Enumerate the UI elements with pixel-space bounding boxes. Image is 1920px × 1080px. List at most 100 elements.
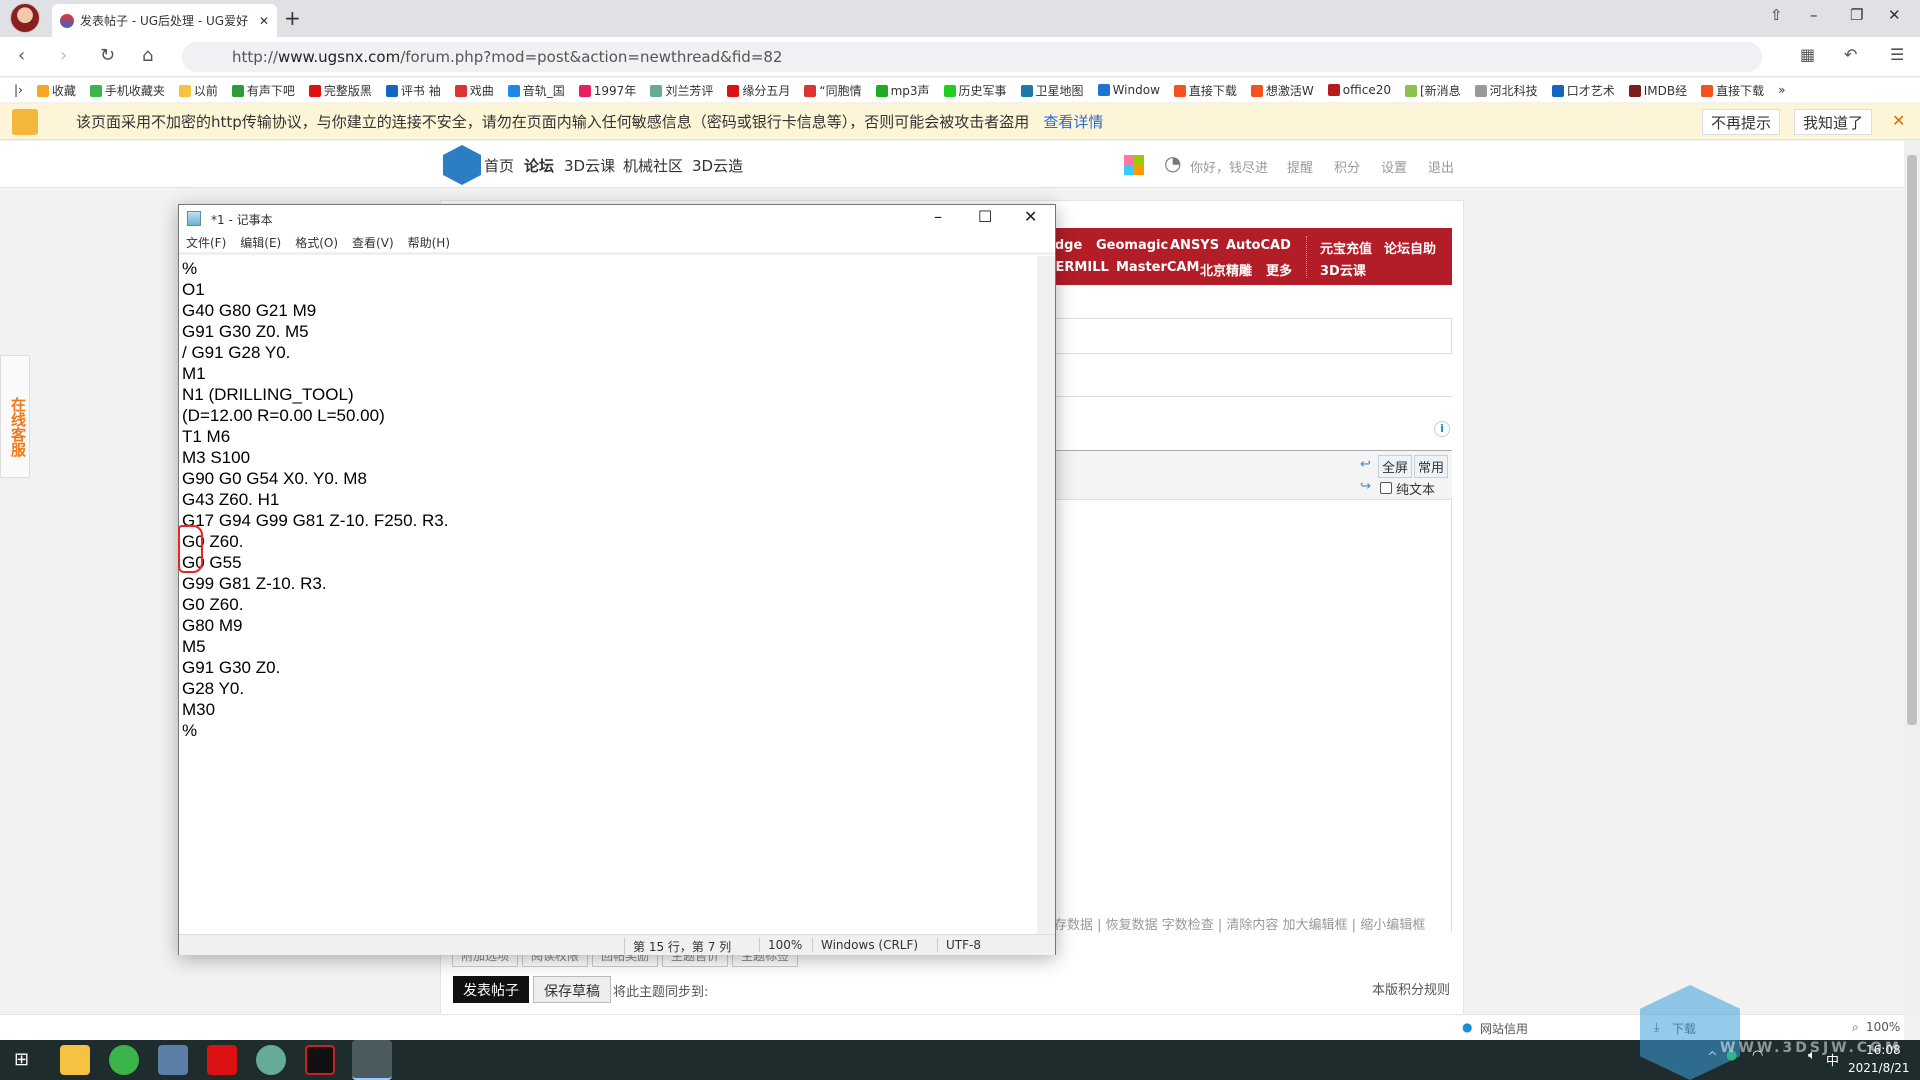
bookmark-item[interactable]: 1997年 (578, 82, 636, 99)
nav-jingdiao[interactable]: 北京精雕 (1200, 260, 1252, 279)
close-window-icon[interactable]: ✕ (1888, 6, 1901, 24)
bookmark-item[interactable]: 以前 (178, 82, 218, 99)
notepad-maximize-icon[interactable]: ☐ (978, 207, 992, 226)
rss-icon[interactable]: ◔ (1164, 151, 1181, 175)
editor-body[interactable] (1046, 500, 1452, 932)
site-logo[interactable] (443, 145, 481, 185)
undo-arrow-icon[interactable]: ↩ (1360, 457, 1371, 472)
view-details-link[interactable]: 查看详情 (1043, 111, 1103, 132)
common-button[interactable]: 常用 (1414, 455, 1449, 478)
menu-view[interactable]: 查看(V) (352, 234, 394, 251)
bookmark-item[interactable]: “同胞情 (804, 82, 862, 99)
nav-3d-class[interactable]: 3D云课 (564, 155, 615, 176)
menu-help[interactable]: 帮助(H) (408, 234, 450, 251)
nav-more[interactable]: 更多 (1266, 260, 1292, 279)
minimize-icon[interactable]: – (1810, 6, 1818, 24)
home-icon[interactable]: ⌂ (142, 45, 153, 66)
save-draft-button[interactable]: 保存草稿 (533, 976, 611, 1003)
menu-icon[interactable]: ☰ (1890, 45, 1904, 64)
browser-360-icon[interactable] (109, 1045, 139, 1075)
undo-icon[interactable]: ↶ (1844, 45, 1857, 64)
points-link[interactable]: 积分 (1334, 157, 1360, 176)
bookmark-item[interactable]: 戏曲 (454, 82, 494, 99)
page-scrollbar-thumb[interactable] (1907, 155, 1917, 725)
bookmark-item[interactable]: 完整版黑 (308, 82, 372, 99)
nav-3d-make[interactable]: 3D云造 (692, 155, 743, 176)
bookmark-item[interactable]: 收藏 (36, 82, 76, 99)
editor-footer-actions[interactable]: 存数据 | 恢复数据 字数检查 | 清除内容 加大编辑框 | 缩小编辑框 (1054, 914, 1460, 933)
grid-apps-icon[interactable]: ▦ (1800, 45, 1815, 64)
nav-autocad[interactable]: AutoCAD (1226, 238, 1291, 253)
nx-app-icon[interactable] (305, 1045, 335, 1075)
bookmark-item[interactable]: IMDB经 (1628, 82, 1687, 99)
bookmark-item[interactable]: 河北科技 (1474, 82, 1538, 99)
nav-recharge[interactable]: 元宝充值 (1320, 238, 1372, 257)
close-banner-icon[interactable]: ✕ (1892, 111, 1905, 130)
nav-geomagic[interactable]: Geomagic (1096, 238, 1168, 253)
back-icon[interactable]: ‹ (18, 45, 25, 66)
paint-icon[interactable] (256, 1045, 286, 1075)
new-tab-button[interactable]: + (284, 6, 301, 30)
url-input[interactable]: http://www.ugsnx.com/forum.php?mod=post&… (182, 42, 1762, 72)
bookmark-item[interactable]: 缘分五月 (727, 82, 790, 99)
bookmark-item[interactable]: 直接下载 (1701, 82, 1764, 99)
nav-ansys[interactable]: ANSYS (1170, 238, 1219, 253)
nav-forum[interactable]: 论坛 (524, 155, 554, 176)
title-input[interactable] (1046, 318, 1452, 354)
notepad-titlebar[interactable]: *1 - 记事本 (179, 205, 1055, 233)
nav-3d-class-2[interactable]: 3D云课 (1320, 260, 1366, 279)
bookmark-item[interactable]: 刘兰芳评 (650, 82, 713, 99)
bookmark-item[interactable]: 评书 袖 (385, 82, 441, 99)
online-service-float[interactable]: 在线客服 (0, 355, 30, 478)
zoom-icon[interactable]: ⌕ (1852, 1020, 1859, 1035)
restore-icon[interactable]: ❐ (1850, 6, 1863, 24)
notepad-minimize-icon[interactable]: – (934, 207, 942, 226)
bookmark-item[interactable]: Window (1097, 83, 1160, 97)
close-tab-icon[interactable]: ✕ (259, 14, 269, 28)
nav-mastercam[interactable]: MasterCAM (1116, 260, 1199, 275)
plain-text-checkbox[interactable] (1380, 482, 1392, 494)
browser-tab-active[interactable]: 发表帖子 - UG后处理 - UG爱好 ✕ (52, 4, 277, 37)
reminders-link[interactable]: 提醒 (1287, 157, 1313, 176)
fullscreen-button[interactable]: 全屏 (1378, 455, 1413, 478)
bookmark-item[interactable]: 手机收藏夹 (89, 82, 165, 99)
bookmark-item[interactable]: 音轨_国 (507, 82, 565, 99)
notepad-text-area[interactable]: % O1 G40 G80 G21 M9 G91 G30 Z0. M5 / G91 G28… (179, 256, 1037, 934)
bookmark-item[interactable]: » (1778, 83, 1785, 97)
windows-start-icon[interactable]: ⊞ (14, 1049, 29, 1070)
user-avatar[interactable] (10, 3, 40, 33)
user-greeting[interactable]: 你好，钱尽进 (1190, 157, 1268, 176)
forward-icon[interactable]: › (60, 45, 67, 66)
calculator-icon[interactable] (158, 1045, 188, 1075)
bookmark-item[interactable]: office20 (1327, 83, 1391, 97)
menu-format[interactable]: 格式(O) (295, 234, 338, 251)
pin-icon[interactable]: ⇧ (1770, 6, 1783, 24)
clock-date[interactable]: 2021/8/21 (1848, 1061, 1910, 1075)
apps-icon[interactable] (1124, 155, 1144, 175)
notepad-close-icon[interactable]: ✕ (1024, 207, 1037, 226)
menu-file[interactable]: 文件(F) (186, 234, 226, 251)
dont-remind-button[interactable]: 不再提示 (1702, 109, 1781, 135)
menu-edit[interactable]: 编辑(E) (240, 234, 281, 251)
bookmark-item[interactable]: 历史军事 (943, 82, 1007, 99)
bookmark-item[interactable]: 想激活W (1250, 82, 1314, 99)
redo-arrow-icon[interactable]: ↪ (1360, 479, 1371, 494)
bookmark-item[interactable]: 直接下载 (1173, 82, 1237, 99)
got-it-button[interactable]: 我知道了 (1794, 109, 1873, 135)
logout-link[interactable]: 退出 (1428, 157, 1454, 176)
bookmark-item[interactable]: 有声下吧 (231, 82, 295, 99)
bookmark-item[interactable]: 卫星地图 (1020, 82, 1084, 99)
site-credit[interactable]: 网站信用 (1480, 1020, 1528, 1037)
bookmark-item[interactable]: [新消息 (1404, 82, 1461, 99)
page-zoom[interactable]: 100% (1866, 1020, 1900, 1034)
nav-self-help[interactable]: 论坛自助 (1384, 238, 1436, 257)
bookmark-item[interactable]: mp3声 (875, 82, 930, 99)
sidebar-toggle-icon[interactable]: |› (14, 83, 23, 97)
info-icon[interactable]: i (1434, 421, 1450, 437)
notepad-scrollbar[interactable] (1037, 256, 1055, 934)
bookmark-item[interactable]: 口才艺术 (1551, 82, 1615, 99)
nav-mech-community[interactable]: 机械社区 (623, 155, 683, 176)
youdao-icon[interactable] (207, 1045, 237, 1075)
notepad-taskbar-icon[interactable] (352, 1040, 392, 1080)
file-explorer-icon[interactable] (60, 1045, 90, 1075)
